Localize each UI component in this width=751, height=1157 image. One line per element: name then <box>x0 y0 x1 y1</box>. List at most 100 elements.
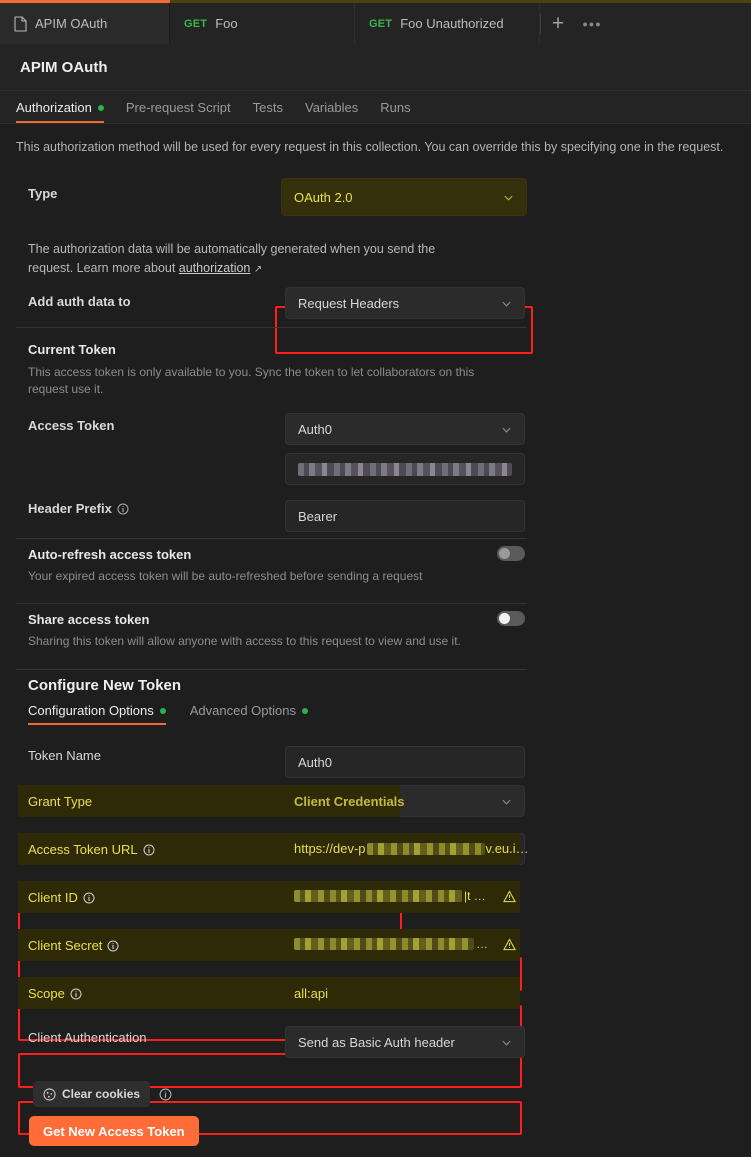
info-icon[interactable] <box>159 1088 172 1101</box>
tab-label: Foo <box>215 16 238 31</box>
status-dot <box>301 707 308 714</box>
token-name-label: Token Name <box>28 748 101 763</box>
chevron-down-icon <box>502 1040 511 1046</box>
section-divider <box>16 669 527 670</box>
share-token-toggle[interactable] <box>497 611 525 626</box>
chevron-down-icon <box>502 301 511 307</box>
http-method-label: GET <box>369 17 393 30</box>
tab-label: Tests <box>252 100 283 115</box>
configure-new-token-heading: Configure New Token <box>28 677 182 694</box>
client-authentication-label: Client Authentication <box>28 1030 147 1045</box>
header-prefix-value: Bearer <box>298 508 338 524</box>
tab-pre-request-script[interactable]: Pre-request Script <box>126 100 231 123</box>
tab-label: Advanced Options <box>189 703 296 718</box>
token-name-field[interactable]: Auth0 <box>285 746 525 778</box>
client-secret-suffix: … <box>476 937 488 951</box>
access-token-select[interactable]: Auth0 <box>285 413 525 445</box>
scope-row: Scope <box>28 986 82 1001</box>
client-id-row: Client ID <box>28 890 95 905</box>
header-prefix-label: Header Prefix <box>28 501 112 516</box>
page-title: APIM OAuth <box>20 58 108 76</box>
grant-type-label: Grant Type <box>28 794 93 809</box>
current-token-heading: Current Token <box>28 342 116 357</box>
tab-label: Authorization <box>16 100 92 115</box>
clear-cookies-button[interactable]: Clear cookies <box>33 1081 151 1107</box>
tab-advanced-options[interactable]: Advanced Options <box>190 703 308 725</box>
token-name-row: Token Name <box>28 748 101 763</box>
external-link-icon: ↗ <box>253 264 263 276</box>
tab-runs[interactable]: Runs <box>380 100 410 123</box>
toggle-knob <box>499 613 510 624</box>
scope-value: all:api <box>294 986 328 1001</box>
token-name-value: Auth0 <box>298 754 332 770</box>
type-label: Type <box>28 186 58 201</box>
masked-url-segment <box>366 842 485 855</box>
plus-icon[interactable]: + <box>541 3 575 44</box>
tab-label: Pre-request Script <box>125 100 231 115</box>
grant-type-row: Grant Type <box>28 794 92 809</box>
tab-authorization[interactable]: Authorization <box>16 100 104 123</box>
auto-refresh-label: Auto-refresh access token <box>28 547 192 562</box>
masked-token-value <box>298 462 512 476</box>
info-icon <box>83 892 95 903</box>
share-token-label: Share access token <box>28 612 150 627</box>
ellipsis-icon[interactable]: ●●● <box>575 3 609 44</box>
auth-type-value: OAuth 2.0 <box>294 189 353 205</box>
toggle-knob <box>499 548 510 559</box>
header-prefix-row: Header Prefix <box>28 501 129 516</box>
add-auth-data-select[interactable]: Request Headers <box>285 287 525 319</box>
warning-icon <box>503 889 516 902</box>
share-token-description: Sharing this token will allow anyone wit… <box>28 634 461 648</box>
add-auth-data-label: Add auth data to <box>28 294 131 309</box>
scope-label: Scope <box>28 986 65 1001</box>
tab-bar: APIM OAuth GET Foo GET Foo Unauthorized … <box>0 3 751 44</box>
cookie-icon <box>43 1087 56 1101</box>
status-dot <box>97 104 104 111</box>
authorization-link[interactable]: authorization <box>179 261 251 275</box>
client-secret-value: … <box>294 937 516 951</box>
get-new-access-token-button[interactable]: Get New Access Token <box>29 1116 199 1146</box>
client-id-label: Client ID <box>28 890 78 905</box>
authorization-panel: This authorization method will be used f… <box>0 124 751 1157</box>
masked-client-secret <box>294 938 474 950</box>
tab-variables[interactable]: Variables <box>305 100 358 123</box>
client-secret-row: Client Secret <box>28 938 119 953</box>
access-token-url-value: https://dev-p v.eu.i… <box>294 841 529 856</box>
client-authentication-value: Send as Basic Auth header <box>298 1034 455 1050</box>
type-row: Type <box>28 186 57 201</box>
info-icon <box>107 940 119 951</box>
client-authentication-select[interactable]: Send as Basic Auth header <box>285 1026 525 1058</box>
info-icon <box>143 844 155 855</box>
tab-request-foo-unauthorized[interactable]: GET Foo Unauthorized <box>355 3 540 44</box>
get-new-access-token-label: Get New Access Token <box>43 1123 185 1139</box>
warning-icon <box>503 937 516 950</box>
auth-type-select[interactable]: OAuth 2.0 <box>281 178 527 216</box>
section-divider <box>16 327 527 328</box>
tab-label: APIM OAuth <box>35 16 108 31</box>
auto-refresh-toggle[interactable] <box>497 546 525 561</box>
access-token-value: Auth0 <box>298 421 332 437</box>
tab-collection-apim-oauth[interactable]: APIM OAuth <box>0 3 170 44</box>
collection-header: APIM OAuth <box>0 44 751 91</box>
auto-refresh-description: Your expired access token will be auto-r… <box>28 569 423 583</box>
tab-request-foo[interactable]: GET Foo <box>170 3 355 44</box>
tab-configuration-options[interactable]: Configuration Options <box>28 703 166 725</box>
access-token-label: Access Token <box>28 418 115 433</box>
scope-highlight-fill <box>18 977 520 1009</box>
section-tab-bar: Authorization Pre-request Script Tests V… <box>0 91 751 124</box>
collection-auth-note: This authorization method will be used f… <box>16 140 724 154</box>
current-token-description: This access token is only available to y… <box>28 365 475 397</box>
tab-tests[interactable]: Tests <box>253 100 283 123</box>
access-token-url-label: Access Token URL <box>28 842 138 857</box>
access-token-value-field[interactable] <box>285 453 525 485</box>
client-authentication-row: Client Authentication <box>28 1030 147 1045</box>
actions-row: Clear cookies <box>33 1081 172 1107</box>
header-prefix-field[interactable]: Bearer <box>285 500 525 532</box>
chevron-down-icon <box>502 799 511 805</box>
client-id-suffix: |t … <box>464 889 486 903</box>
clear-cookies-label: Clear cookies <box>62 1087 141 1101</box>
info-icon <box>117 503 129 514</box>
tab-label: Configuration Options <box>28 703 154 718</box>
status-dot <box>159 707 166 714</box>
http-method-label: GET <box>184 17 208 30</box>
